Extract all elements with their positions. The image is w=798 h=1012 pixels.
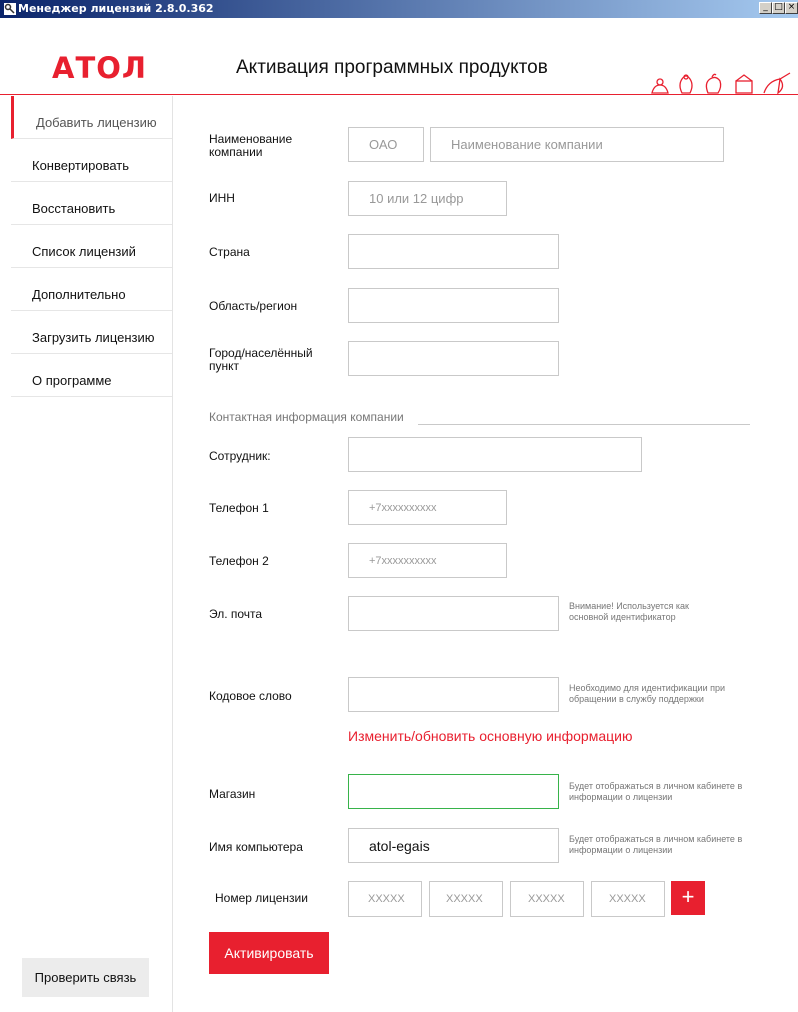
company-name-input[interactable]: Наименование компании <box>430 127 724 162</box>
employee-input[interactable] <box>348 437 642 472</box>
window-title: Менеджер лицензий 2.8.0.362 <box>18 2 214 15</box>
shop-input[interactable] <box>348 774 559 809</box>
sidebar-item-restore[interactable]: Восстановить <box>11 182 172 225</box>
shop-hint: Будет отображаться в личном кабинете в и… <box>569 781 743 802</box>
city-label: Город/населённый пункт <box>209 346 313 373</box>
phone1-input[interactable]: +7xxxxxxxxxx <box>348 490 507 525</box>
city-input[interactable] <box>348 341 559 376</box>
phone2-label: Телефон 2 <box>209 554 269 568</box>
license-part-3-input[interactable]: XXXXX <box>510 881 584 917</box>
shop-label: Магазин <box>209 787 256 801</box>
header-divider <box>0 94 798 95</box>
computer-name-input[interactable]: atol-egais <box>348 828 559 863</box>
codeword-label: Кодовое слово <box>209 689 292 703</box>
sidebar-item-convert[interactable]: Конвертировать <box>11 139 172 182</box>
license-part-2-input[interactable]: XXXXX <box>429 881 503 917</box>
company-label: Наименование компании <box>209 132 293 159</box>
computer-label: Имя компьютера <box>209 840 303 854</box>
sidebar-item-load-license[interactable]: Загрузить лицензию <box>11 311 172 354</box>
employee-label: Сотрудник: <box>209 449 271 463</box>
inn-label: ИНН <box>209 191 235 205</box>
country-label: Страна <box>209 245 250 259</box>
key-icon <box>4 3 16 15</box>
minimize-button[interactable]: _ <box>759 2 772 14</box>
license-part-1-input[interactable]: XXXXX <box>348 881 422 917</box>
sidebar-item-additional[interactable]: Дополнительно <box>11 268 172 311</box>
sidebar: Добавить лицензию Конвертировать Восстан… <box>11 96 173 1012</box>
update-info-link[interactable]: Изменить/обновить основную информацию <box>348 728 632 744</box>
inn-input[interactable]: 10 или 12 цифр <box>348 181 507 216</box>
license-part-4-input[interactable]: XXXXX <box>591 881 665 917</box>
atol-logo: АТОЛ <box>52 51 147 85</box>
close-button[interactable]: × <box>785 2 798 14</box>
email-label: Эл. почта <box>209 607 263 621</box>
check-connection-button[interactable]: Проверить связь <box>22 958 149 997</box>
phone2-input[interactable]: +7xxxxxxxxxx <box>348 543 507 578</box>
contact-section-title: Контактная информация компании <box>209 410 404 424</box>
company-form-input[interactable]: ОАО <box>348 127 424 162</box>
sidebar-item-add-license[interactable]: Добавить лицензию <box>11 96 172 139</box>
sidebar-item-license-list[interactable]: Список лицензий <box>11 225 172 268</box>
sidebar-item-about[interactable]: О программе <box>11 354 172 397</box>
email-hint: Внимание! Используется как основной иден… <box>569 601 689 622</box>
page-title: Активация программных продуктов <box>236 57 548 78</box>
computer-hint: Будет отображаться в личном кабинете в и… <box>569 834 743 855</box>
country-input[interactable] <box>348 234 559 269</box>
products-decoration-icon <box>651 72 791 95</box>
region-input[interactable] <box>348 288 559 323</box>
phone1-label: Телефон 1 <box>209 501 269 515</box>
section-divider <box>418 424 750 425</box>
app-header: АТОЛ Активация программных продуктов <box>0 18 798 95</box>
maximize-button[interactable]: □ <box>772 2 785 14</box>
email-input[interactable] <box>348 596 559 631</box>
activate-button[interactable]: Активировать <box>209 932 329 974</box>
license-label: Номер лицензии <box>215 891 308 905</box>
codeword-hint: Необходимо для идентификации при обращен… <box>569 683 726 704</box>
codeword-input[interactable] <box>348 677 559 712</box>
region-label: Область/регион <box>209 299 298 313</box>
add-license-button[interactable]: + <box>671 881 705 915</box>
window-titlebar: Менеджер лицензий 2.8.0.362 _ □ × <box>0 0 798 18</box>
